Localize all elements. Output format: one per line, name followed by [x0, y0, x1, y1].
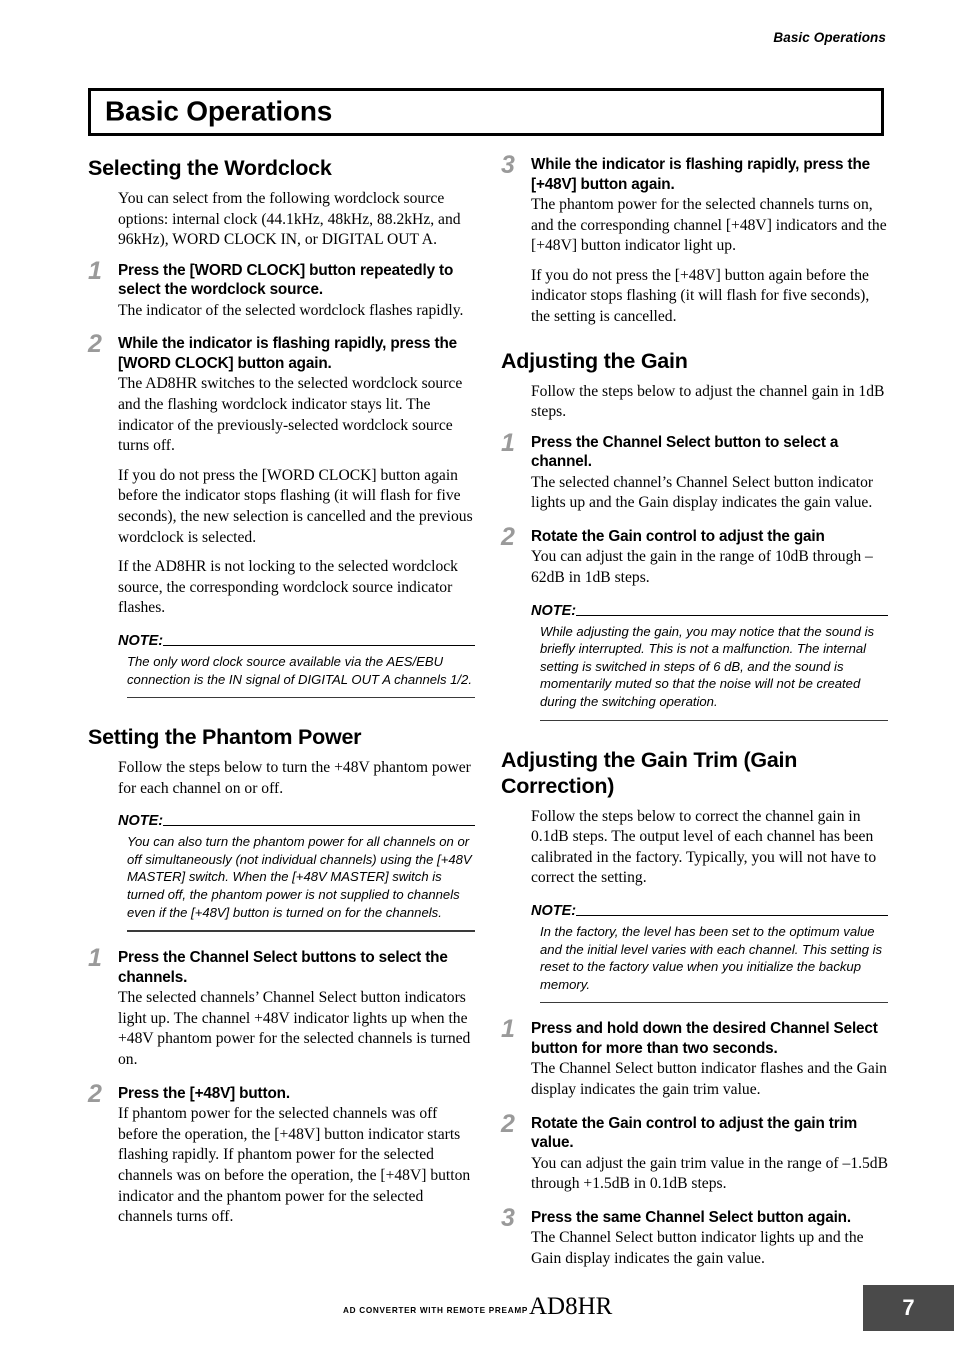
right-column: 3 While the indicator is flashing rapidl… — [501, 151, 888, 1295]
note-text: You can also turn the phantom power for … — [127, 834, 472, 920]
page-number: 7 — [902, 1295, 915, 1320]
step-number: 2 — [88, 330, 102, 359]
step-body: The phantom power for the selected chann… — [531, 196, 887, 255]
note-block: NOTE: You can also turn the phantom powe… — [118, 813, 475, 933]
note-header-rule — [163, 825, 475, 827]
note-header: NOTE: — [531, 603, 888, 619]
step-body: You can adjust the gain trim value in th… — [531, 1154, 889, 1193]
section-intro: You can select from the following wordcl… — [118, 190, 461, 249]
note-text: The only word clock source available via… — [127, 653, 472, 687]
step-item: 2 Rotate the Gain control to adjust the … — [501, 1110, 889, 1195]
step-body: If you do not press the [WORD CLOCK] but… — [118, 466, 473, 546]
note-block: NOTE: While adjusting the gain, you may … — [531, 603, 888, 721]
step-number: 1 — [88, 256, 102, 285]
note-header-rule — [163, 644, 475, 646]
note-header-rule — [576, 914, 888, 916]
note-bottom-rule — [540, 1002, 888, 1004]
product-tagline: AD CONVERTER WITH REMOTE PREAMP — [343, 1305, 528, 1316]
step-number: 2 — [501, 522, 515, 551]
step-item: 2 Press the [+48V] button. If phantom po… — [88, 1080, 475, 1228]
note-bottom-rule — [127, 697, 475, 699]
product-brand-name: AD8HR — [529, 1293, 613, 1320]
step-body: If you do not press the [+48V] button ag… — [531, 266, 870, 325]
section-phantom-power-continued: 3 While the indicator is flashing rapidl… — [501, 151, 888, 328]
section-heading: Setting the Phantom Power — [88, 725, 362, 750]
step-item: 1 Press the Channel Select button to sel… — [501, 429, 888, 514]
section-selecting-the-wordclock: Selecting the Wordclock You can select f… — [88, 155, 475, 699]
note-header: NOTE: — [118, 813, 475, 829]
section-heading: Adjusting the Gain Trim (Gain Correction… — [501, 747, 798, 798]
running-header: Basic Operations — [773, 30, 886, 45]
step-title: Press the [WORD CLOCK] button repeatedly… — [118, 261, 454, 299]
step-item: 1 Press and hold down the desired Channe… — [501, 1015, 888, 1100]
note-header: NOTE: — [531, 903, 888, 919]
product-logo: AD CONVERTER WITH REMOTE PREAMP AD8HR — [343, 1294, 612, 1319]
chapter-title-box: Basic Operations — [88, 88, 884, 136]
step-title: Press the same Channel Select button aga… — [531, 1208, 851, 1226]
note-label: NOTE: — [531, 602, 577, 619]
note-text: In the factory, the level has been set t… — [540, 923, 883, 992]
step-body: The selected channel’s Channel Select bu… — [531, 473, 874, 512]
step-title: While the indicator is flashing rapidly,… — [118, 335, 458, 372]
step-body: The AD8HR switches to the selected wordc… — [118, 375, 463, 455]
left-column: Selecting the Wordclock You can select f… — [88, 155, 475, 1295]
step-number: 2 — [88, 1079, 102, 1108]
step-number: 2 — [501, 1109, 515, 1138]
step-title: Rotate the Gain control to adjust the ga… — [531, 527, 825, 545]
step-item: 1 Press the [WORD CLOCK] button repeated… — [88, 257, 475, 322]
step-title: Rotate the Gain control to adjust the ga… — [531, 1114, 858, 1152]
section-intro: Follow the steps below to correct the ch… — [531, 807, 877, 887]
step-item: 2 Rotate the Gain control to adjust the … — [501, 523, 888, 589]
step-title: Press the [+48V] button. — [118, 1084, 290, 1102]
step-body: The selected channels’ Channel Select bu… — [118, 989, 471, 1069]
step-body: The indicator of the selected wordclock … — [118, 301, 464, 319]
step-item: 2 While the indicator is flashing rapidl… — [88, 330, 475, 619]
section-heading: Selecting the Wordclock — [88, 156, 332, 180]
note-label: NOTE: — [118, 632, 164, 649]
step-title: Press the Channel Select button to selec… — [531, 433, 839, 471]
section-heading: Adjusting the Gain — [501, 348, 688, 373]
section-adjusting-the-gain-trim: Adjusting the Gain Trim (Gain Correction… — [501, 747, 888, 1270]
step-number: 1 — [501, 428, 515, 457]
step-title: Press the Channel Select buttons to sele… — [118, 949, 448, 986]
section-intro: Follow the steps below to turn the +48V … — [118, 759, 471, 797]
step-title: Press and hold down the desired Channel … — [531, 1020, 878, 1057]
section-intro: Follow the steps below to adjust the cha… — [531, 382, 885, 421]
step-number: 1 — [88, 944, 102, 973]
step-body: The Channel Select button indicator flas… — [531, 1060, 887, 1098]
note-block: NOTE: In the factory, the level has been… — [531, 903, 888, 1004]
document-page: Basic Operations Basic Operations Select… — [0, 0, 954, 1351]
note-bottom-rule — [540, 719, 888, 721]
note-header: NOTE: — [118, 633, 475, 649]
page-number-badge: 7 — [863, 1285, 954, 1331]
note-header-rule — [576, 614, 888, 616]
two-column-body: Selecting the Wordclock You can select f… — [88, 151, 888, 1295]
note-text: While adjusting the gain, you may notice… — [540, 623, 875, 709]
step-number: 1 — [501, 1015, 515, 1044]
step-title: While the indicator is flashing rapidly,… — [531, 156, 871, 193]
step-item: 1 Press the Channel Select buttons to se… — [88, 944, 475, 1070]
note-label: NOTE: — [118, 813, 164, 830]
step-body: You can adjust the gain in the range of … — [531, 548, 873, 587]
note-label: NOTE: — [531, 902, 577, 919]
page-title: Basic Operations — [105, 95, 333, 127]
step-item: 3 While the indicator is flashing rapidl… — [501, 151, 888, 328]
note-bottom-rule — [127, 930, 475, 933]
note-block: NOTE: The only word clock source availab… — [118, 633, 475, 699]
section-setting-the-phantom-power: Setting the Phantom Power Follow the ste… — [88, 724, 475, 1228]
step-body: If phantom power for the selected channe… — [118, 1105, 471, 1226]
page-footer: AD CONVERTER WITH REMOTE PREAMP AD8HR 7 — [0, 1261, 954, 1351]
step-number: 3 — [501, 151, 515, 179]
section-adjusting-the-gain: Adjusting the Gain Follow the steps belo… — [501, 348, 888, 721]
step-body: If the AD8HR is not locking to the selec… — [118, 558, 458, 617]
step-number: 3 — [501, 1203, 515, 1232]
